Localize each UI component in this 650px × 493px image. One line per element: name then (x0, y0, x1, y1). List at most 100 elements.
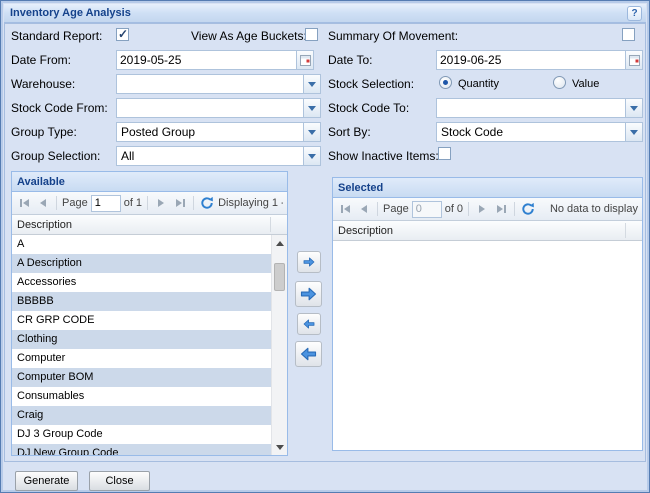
column-header-label: Description (338, 225, 393, 237)
warehouse-combo[interactable] (116, 74, 321, 94)
inventory-age-analysis-window: Inventory Age Analysis ? Standard Report… (0, 0, 650, 493)
column-header-label: Description (17, 219, 72, 231)
group-selection-label: Group Selection: (11, 149, 100, 163)
chevron-down-icon (308, 106, 316, 111)
available-column-header[interactable]: Description (12, 215, 287, 235)
stock-code-to-combo[interactable] (436, 98, 643, 118)
move-selected-left-button[interactable] (297, 313, 321, 335)
date-from-input[interactable] (117, 51, 295, 69)
help-button[interactable]: ? (627, 6, 642, 21)
sort-by-label: Sort By: (328, 125, 371, 139)
arrow-right-icon (303, 257, 315, 267)
list-item[interactable]: Consumables (12, 387, 287, 406)
last-page-button[interactable] (172, 195, 188, 211)
available-panel-header: Available (12, 172, 287, 192)
stock-code-to-trigger[interactable] (625, 99, 642, 117)
list-item[interactable]: DJ 3 Group Code (12, 425, 287, 444)
available-panel: Available Page of 1 Displaying 1 - Descr… (11, 171, 288, 456)
list-item[interactable]: Computer BOM (12, 368, 287, 387)
chevron-up-icon (276, 241, 284, 246)
date-to-trigger[interactable] (625, 51, 642, 69)
list-item[interactable]: Computer (12, 349, 287, 368)
standard-report-label: Standard Report: (11, 29, 102, 43)
chevron-down-icon (308, 82, 316, 87)
available-page-input[interactable] (91, 195, 121, 212)
group-selection-trigger[interactable] (303, 147, 320, 165)
last-page-button[interactable] (493, 201, 509, 217)
show-inactive-items-checkbox[interactable] (438, 147, 451, 160)
move-all-right-button[interactable] (295, 281, 322, 307)
warehouse-trigger[interactable] (303, 75, 320, 93)
date-to-field (436, 50, 643, 70)
sort-by-trigger[interactable] (625, 123, 642, 141)
next-page-button[interactable] (153, 195, 169, 211)
list-item[interactable]: DJ New Group Code (12, 444, 287, 455)
refresh-icon (521, 202, 535, 216)
first-page-button[interactable] (337, 201, 353, 217)
group-type-combo[interactable]: Posted Group (116, 122, 321, 142)
close-button[interactable]: Close (89, 471, 150, 491)
summary-of-movement-checkbox[interactable] (622, 28, 635, 41)
list-item[interactable]: BBBBB (12, 292, 287, 311)
next-page-button[interactable] (474, 201, 490, 217)
refresh-button[interactable] (199, 195, 215, 211)
prev-page-button[interactable] (35, 195, 51, 211)
selected-paging-status: No data to display (550, 203, 638, 215)
stock-code-from-label: Stock Code From: (11, 101, 108, 115)
stock-code-from-combo[interactable] (116, 98, 321, 118)
available-scrollbar[interactable] (271, 235, 287, 455)
list-item[interactable]: CR GRP CODE (12, 311, 287, 330)
sort-by-combo[interactable]: Stock Code (436, 122, 643, 142)
scroll-up-button[interactable] (272, 235, 287, 251)
list-item[interactable]: A Description (12, 254, 287, 273)
toolbar-separator (56, 196, 57, 210)
prev-page-button[interactable] (356, 201, 372, 217)
stock-code-from-trigger[interactable] (303, 99, 320, 117)
move-selected-right-button[interactable] (297, 251, 321, 273)
date-from-trigger[interactable] (296, 51, 313, 69)
last-page-icon (497, 205, 503, 213)
list-item[interactable]: Accessories (12, 273, 287, 292)
stock-selection-label: Stock Selection: (328, 77, 414, 91)
group-type-value: Posted Group (117, 123, 302, 141)
move-all-left-button[interactable] (295, 341, 322, 367)
group-type-label: Group Type: (11, 125, 77, 139)
view-as-age-buckets-checkbox[interactable] (305, 28, 318, 41)
last-page-icon (176, 199, 182, 207)
quantity-radio[interactable] (439, 76, 452, 89)
refresh-button[interactable] (520, 201, 536, 217)
chevron-down-icon (308, 154, 316, 159)
list-item[interactable]: Clothing (12, 330, 287, 349)
double-arrow-left-icon (300, 347, 317, 361)
title-bar: Inventory Age Analysis ? (4, 4, 646, 23)
value-radio[interactable] (553, 76, 566, 89)
group-type-trigger[interactable] (303, 123, 320, 141)
selected-column-header[interactable]: Description (333, 221, 642, 241)
date-to-input[interactable] (437, 51, 624, 69)
refresh-icon (200, 196, 214, 210)
next-page-icon (158, 199, 164, 207)
column-separator (270, 217, 271, 232)
stock-code-to-label: Stock Code To: (328, 101, 409, 115)
arrow-left-icon (303, 319, 315, 329)
page-label: Page (62, 197, 88, 209)
page-of-label: of 0 (445, 203, 463, 215)
warehouse-label: Warehouse: (11, 77, 75, 91)
selected-panel-header: Selected (333, 178, 642, 198)
group-selection-combo[interactable]: All (116, 146, 321, 166)
selected-page-input[interactable] (412, 201, 442, 218)
help-icon: ? (631, 8, 637, 19)
next-page-icon (479, 205, 485, 213)
selected-panel: Selected Page of 0 No data to display De… (332, 177, 643, 451)
toolbar-separator (514, 202, 515, 216)
first-page-button[interactable] (16, 195, 32, 211)
list-item[interactable]: Craig (12, 406, 287, 425)
generate-button[interactable]: Generate (15, 471, 78, 491)
standard-report-checkbox[interactable] (116, 28, 129, 41)
column-separator (625, 223, 626, 238)
toolbar-separator (377, 202, 378, 216)
date-from-label: Date From: (11, 53, 71, 67)
list-item[interactable]: A (12, 235, 287, 254)
scrollbar-thumb[interactable] (274, 263, 285, 291)
scroll-down-button[interactable] (272, 439, 287, 455)
